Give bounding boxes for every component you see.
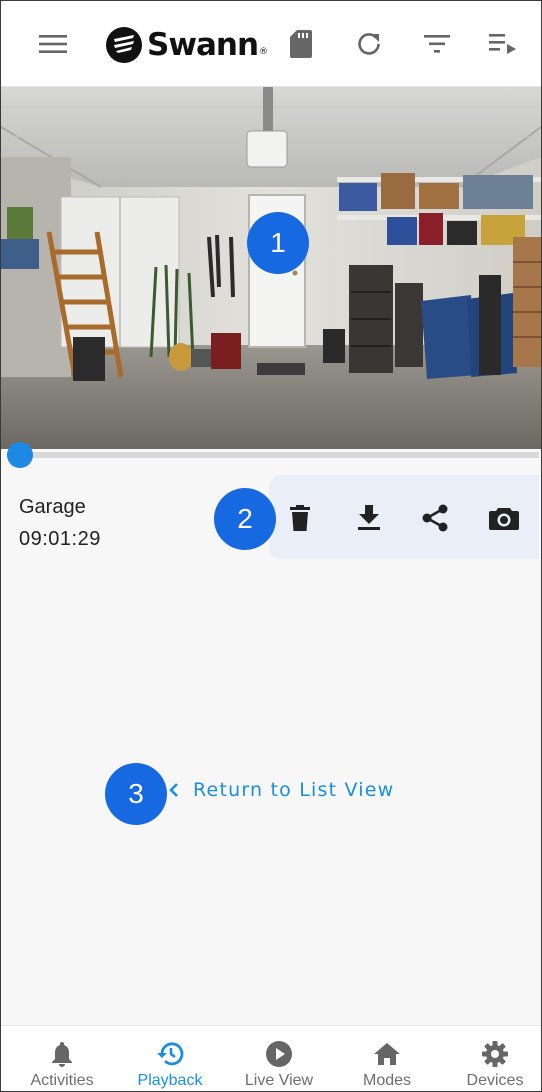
return-to-list-label: Return to List View (193, 779, 395, 801)
history-icon (156, 1040, 184, 1068)
logo-text: Swann (147, 27, 259, 63)
callout-badge-3: 3 (105, 763, 167, 825)
clip-action-bar (269, 475, 539, 559)
playlist-icon[interactable] (487, 28, 519, 60)
download-icon[interactable] (354, 503, 384, 533)
home-icon (373, 1040, 401, 1068)
nav-item-playback[interactable]: Playback (116, 1026, 224, 1091)
camera-snapshot-icon[interactable] (489, 503, 519, 533)
app-frame: Swann ® Garage 09:01:29 1 2 3 Return to … (0, 0, 542, 1092)
nav-item-devices[interactable]: Devices (441, 1026, 541, 1091)
nav-label-devices: Devices (466, 1072, 524, 1089)
return-to-list-link[interactable]: Return to List View (169, 779, 394, 801)
clip-timestamp: 09:01:29 (19, 528, 101, 550)
swann-logo-mark-icon (106, 27, 142, 63)
logo-registered-mark: ® (259, 47, 269, 57)
gear-icon (481, 1040, 509, 1068)
nav-label-live-view: Live View (244, 1072, 314, 1089)
swann-logo: Swann ® (105, 25, 268, 65)
camera-name: Garage (19, 496, 86, 518)
share-icon[interactable] (420, 503, 450, 533)
playback-scrubber[interactable] (7, 442, 541, 468)
nav-item-live-view[interactable]: Live View (225, 1026, 333, 1091)
filter-icon[interactable] (421, 28, 453, 60)
nav-item-activities[interactable]: Activities (8, 1026, 116, 1091)
nav-label-playback: Playback (137, 1072, 203, 1089)
callout-badge-1: 1 (247, 212, 309, 274)
nav-item-modes[interactable]: Modes (333, 1026, 441, 1091)
refresh-icon[interactable] (353, 28, 385, 60)
menu-icon[interactable] (37, 28, 69, 60)
scrubber-track[interactable] (7, 452, 539, 458)
nav-label-activities: Activities (30, 1072, 94, 1089)
callout-badge-2: 2 (214, 488, 276, 550)
chevron-left-icon (169, 783, 178, 797)
scrubber-thumb[interactable] (7, 442, 33, 468)
bottom-navigation: Activities Playback Live View Modes Devi… (1, 1025, 541, 1091)
bell-icon (51, 1040, 73, 1068)
nav-label-modes: Modes (362, 1072, 412, 1089)
delete-icon[interactable] (285, 503, 315, 533)
top-app-bar: Swann ® (1, 1, 541, 87)
play-icon (265, 1040, 293, 1068)
sd-card-icon[interactable] (285, 28, 317, 60)
